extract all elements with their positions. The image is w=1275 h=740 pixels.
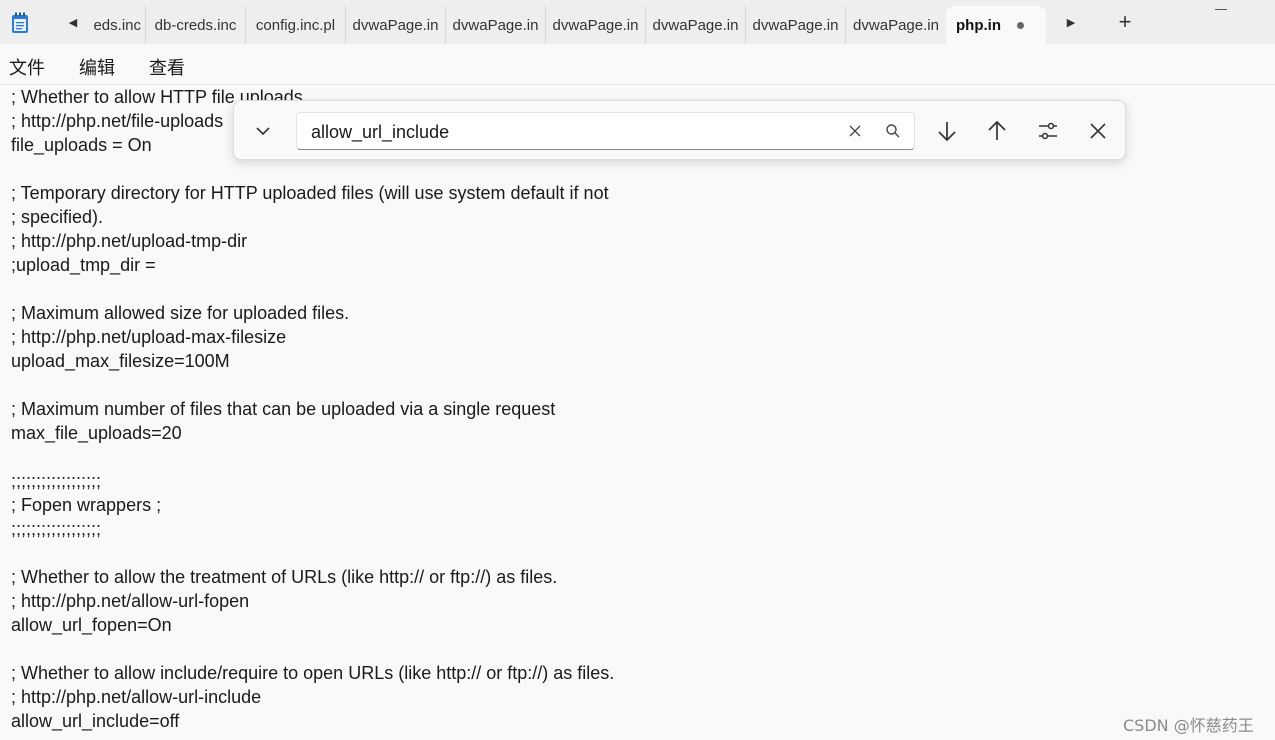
editor-line: ; http://php.net/upload-max-filesize	[11, 327, 287, 347]
tab-label: dvwaPage.in	[552, 16, 639, 34]
editor-line: ; specified).	[11, 207, 104, 227]
editor-line: ; Maximum allowed size for uploaded file…	[11, 303, 350, 323]
editor-line: allow_url_fopen=On	[11, 615, 172, 635]
unsaved-dot-icon[interactable]	[1017, 22, 1024, 29]
find-previous-arrow-up-icon[interactable]	[985, 119, 1009, 143]
tab-label: dvwaPage.in	[652, 16, 739, 34]
menu-view[interactable]: 查看	[149, 54, 185, 80]
tab-dvwapage-1[interactable]: dvwaPage.in	[346, 6, 446, 44]
tab-dvwapage-3[interactable]: dvwaPage.in	[546, 6, 646, 44]
watermark-text: CSDN @怀慈药王	[1123, 716, 1254, 735]
find-panel	[233, 100, 1126, 160]
editor-line: ; Fopen wrappers ;	[11, 495, 162, 515]
tab-label: eds.inc	[93, 16, 141, 34]
editor-line: ; http://php.net/allow-url-fopen	[11, 591, 250, 611]
editor-line: ;;;;;;;;;;;;;;;;;;	[11, 519, 102, 539]
editor-line: ; Whether to allow the treatment of URLs…	[11, 567, 558, 587]
notepad-app-icon	[12, 12, 28, 33]
tab-eds-inc[interactable]: eds.inc	[86, 6, 146, 44]
editor-line: max_file_uploads=20	[11, 423, 182, 443]
new-tab-button[interactable]: +	[1114, 11, 1136, 34]
editor-line: ;;;;;;;;;;;;;;;;;;	[11, 471, 102, 491]
find-next-arrow-down-icon[interactable]	[935, 119, 959, 143]
editor-text-area[interactable]: ; Whether to allow HTTP file uploads. ; …	[11, 85, 1261, 740]
scroll-tabs-left-icon[interactable]: ◀	[63, 12, 83, 32]
editor-line: ;upload_tmp_dir =	[11, 255, 156, 275]
menu-bar: 文件 编辑 查看	[0, 44, 1275, 84]
tab-label: dvwaPage.in	[352, 16, 439, 34]
tab-config-inc[interactable]: config.inc.pl	[246, 6, 346, 44]
clear-search-icon[interactable]	[847, 123, 863, 139]
tab-label: php.in	[956, 16, 1001, 34]
editor-line: ; Temporary directory for HTTP uploaded …	[11, 183, 609, 203]
scroll-tabs-right-icon[interactable]: ▶	[1061, 12, 1081, 32]
tab-label: dvwaPage.in	[752, 16, 839, 34]
tab-dvwapage-4[interactable]: dvwaPage.in	[646, 6, 746, 44]
editor-line: ; http://php.net/allow-url-include	[11, 687, 262, 707]
search-icon[interactable]	[885, 123, 901, 139]
menu-file[interactable]: 文件	[9, 54, 45, 80]
tab-dvwapage-5[interactable]: dvwaPage.in	[746, 6, 846, 44]
tab-label: config.inc.pl	[255, 16, 336, 34]
minimize-icon[interactable]	[1215, 9, 1227, 10]
tab-label: dvwaPage.in	[452, 16, 539, 34]
editor-line: ; Maximum number of files that can be up…	[11, 399, 556, 419]
editor-line: ; http://php.net/upload-tmp-dir	[11, 231, 248, 251]
tab-dvwapage-2[interactable]: dvwaPage.in	[446, 6, 546, 44]
find-input[interactable]	[309, 113, 833, 151]
tab-label: dvwaPage.in	[853, 16, 939, 34]
expand-replace-chevron-icon[interactable]	[252, 121, 274, 141]
search-options-sliders-icon[interactable]	[1036, 119, 1060, 143]
close-find-icon[interactable]	[1086, 119, 1110, 143]
editor-line: upload_max_filesize=100M	[11, 351, 230, 371]
find-input-box[interactable]	[296, 112, 915, 151]
tab-dvwapage-6[interactable]: dvwaPage.in	[846, 6, 946, 44]
editor-line: ; Whether to allow include/require to op…	[11, 663, 615, 683]
tab-bar: ◀ eds.inc db-creds.inc config.inc.pl dvw…	[0, 0, 1275, 44]
editor-line: allow_url_include=off	[11, 711, 180, 731]
tab-label: db-creds.inc	[154, 16, 237, 34]
tab-db-creds-inc[interactable]: db-creds.inc	[146, 6, 246, 44]
menu-edit[interactable]: 编辑	[79, 54, 115, 80]
tab-php-ini[interactable]: php.in	[946, 6, 1046, 44]
